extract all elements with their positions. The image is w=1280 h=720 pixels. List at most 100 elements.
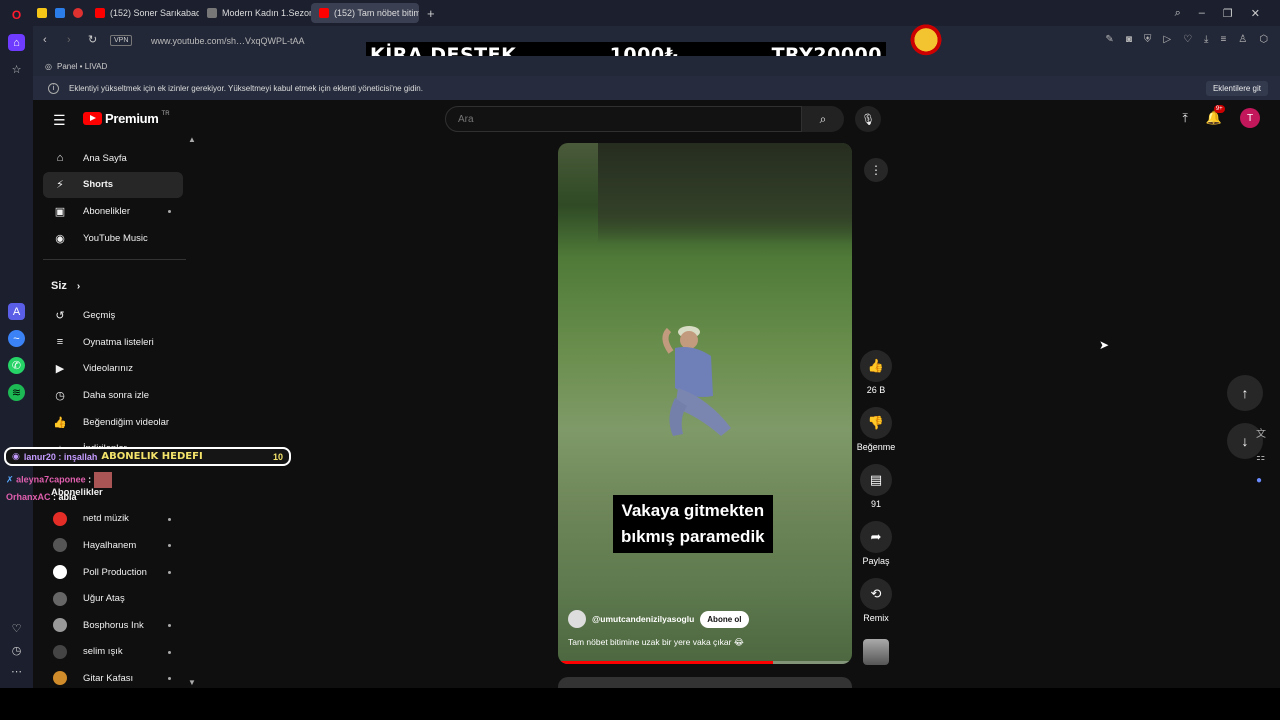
translate-icon[interactable]: 文 xyxy=(1256,425,1266,440)
subscribe-button[interactable]: Abone ol xyxy=(700,610,749,628)
history-sidebar-icon[interactable]: ◷ xyxy=(8,642,25,659)
video-progress-bar[interactable] xyxy=(558,661,852,664)
notifications-button[interactable]: 🔔 9+ xyxy=(1206,105,1225,126)
voice-search-button[interactable]: 🎙 xyxy=(855,106,881,132)
next-short-preview[interactable] xyxy=(558,677,852,688)
youtube-favicon-icon xyxy=(95,8,105,18)
emote-icon xyxy=(93,472,112,488)
sidebar-item-home[interactable]: ⌂ Ana Sayfa xyxy=(43,145,183,172)
search-tabs-icon[interactable]: ⌕ xyxy=(1175,7,1181,20)
more-options-button[interactable]: ⋮ xyxy=(864,158,888,182)
tab-pin-s[interactable] xyxy=(33,3,51,23)
grid-icon[interactable]: ⚏ xyxy=(1256,452,1266,463)
home-icon[interactable]: ⌂ xyxy=(8,34,25,51)
channel-name[interactable]: @umutcandenizilyasoglu xyxy=(592,614,694,624)
search-button[interactable]: ⌕ xyxy=(802,106,844,132)
sidebar-channel-netd[interactable]: netd müzik xyxy=(43,506,183,533)
maximize-icon[interactable]: ❐ xyxy=(1223,7,1233,20)
back-icon[interactable]: ‹ xyxy=(43,34,47,46)
channel-avatar[interactable] xyxy=(568,610,586,628)
sidebar-channel-bosphorus[interactable]: Bosphorus Ink xyxy=(43,612,183,639)
more-icon[interactable]: ⋯ xyxy=(8,663,25,680)
new-tab-button[interactable]: + xyxy=(419,3,443,23)
sidebar-item-watch-later[interactable]: ◷ Daha sonra izle xyxy=(43,382,183,409)
info-icon: i xyxy=(48,82,59,94)
like-icon: 👍 xyxy=(53,416,67,429)
bot-icon[interactable]: ● xyxy=(1256,475,1266,486)
aria-icon[interactable]: A xyxy=(8,303,25,320)
sidebar-divider xyxy=(43,259,186,261)
dislike-button[interactable]: 👎 Beğenme xyxy=(857,407,895,452)
tab-1[interactable]: (152) Soner Sarıkabaday xyxy=(87,3,199,23)
camera-icon[interactable]: ◙ xyxy=(1126,34,1132,45)
thumbs-up-icon: 👍 xyxy=(860,350,892,382)
chat-badge-icon: ✗ xyxy=(6,474,14,485)
shorts-actions: 👍 26 B 👎 Beğenme ▤ 91 ➦ Paylaş ⟲ Remix xyxy=(853,350,899,665)
sidebar-item-your-videos[interactable]: ▶ Videolarınız xyxy=(43,356,183,383)
video-description[interactable]: Tam nöbet bitimine uzak bir yere vaka çı… xyxy=(568,637,744,648)
microphone-icon: 🎙 xyxy=(861,113,875,126)
extension-info-bar: i Eklentiyi yükseltmek için ek izinler g… xyxy=(33,76,1280,100)
close-icon[interactable]: ✕ xyxy=(1251,7,1260,20)
tab-pin-3[interactable] xyxy=(69,3,87,23)
share-button[interactable]: ➦ Paylaş xyxy=(860,521,892,566)
messenger-icon[interactable]: ~ xyxy=(8,330,25,347)
shield-icon[interactable]: ⛨ xyxy=(1144,34,1152,45)
reload-icon[interactable]: ↻ xyxy=(88,33,97,46)
remix-button[interactable]: ⟲ Remix xyxy=(860,578,892,623)
sidebar-item-liked-videos[interactable]: 👍 Beğendiğim videolar xyxy=(43,409,183,436)
more-vertical-icon: ⋮ xyxy=(870,163,882,177)
vpn-badge[interactable]: VPN xyxy=(110,35,133,46)
sidebar-item-subscriptions[interactable]: ▣ Abonelikler xyxy=(43,198,183,225)
sidebar-channel-poll[interactable]: Poll Production xyxy=(43,559,183,586)
star-icon[interactable]: ☆ xyxy=(8,61,25,78)
sidebar-scroll-up-icon[interactable]: ▲ xyxy=(188,135,196,144)
heart-icon[interactable]: ♡ xyxy=(8,620,25,637)
your-videos-icon: ▶ xyxy=(55,363,65,376)
sidebar-item-history[interactable]: ↺ Geçmiş xyxy=(43,302,183,329)
download-icon[interactable]: ⤓ xyxy=(1204,34,1208,45)
profile-icon[interactable]: ♙ xyxy=(1238,34,1247,45)
search-input[interactable] xyxy=(446,107,801,132)
shorts-video-player[interactable]: Vakaya gitmekten bıkmış paramedik @umutc… xyxy=(558,143,852,664)
goal-icon: ◉ xyxy=(12,451,20,461)
url-field[interactable]: www.youtube.com/sh…VxqQWPL-tAA xyxy=(151,36,305,46)
sidebar-channel-ugur[interactable]: Uğur Ataş xyxy=(43,585,183,612)
sidebar-item-playlists[interactable]: ≡ Oynatma listeleri xyxy=(43,329,183,356)
audio-source-thumbnail[interactable] xyxy=(863,639,889,665)
tab-3-active[interactable]: (152) Tam nöbet bitimi xyxy=(311,3,419,23)
opera-logo-icon[interactable]: O xyxy=(8,6,25,23)
sidebar-you-heading[interactable]: Siz › xyxy=(43,274,183,298)
spotify-icon[interactable]: ≋ xyxy=(8,384,25,401)
sidebar-channel-hayalhanem[interactable]: Hayalhanem xyxy=(43,532,183,559)
sidebar-item-youtube-music[interactable]: ◉ YouTube Music xyxy=(43,225,183,252)
mouse-cursor-icon: ➤ xyxy=(1099,338,1110,352)
go-to-extensions-button[interactable]: Eklentilere git xyxy=(1205,81,1268,96)
new-content-dot xyxy=(168,210,171,214)
info-message: Eklentiyi yükseltmek için ek izinler ger… xyxy=(69,83,423,93)
tab-2[interactable]: Modern Kadın 1.Sezon 8.B xyxy=(199,3,311,23)
minimize-icon[interactable]: – xyxy=(1199,7,1205,20)
menu-icon[interactable]: ☰ xyxy=(53,112,66,129)
sidebar-scroll-down-icon[interactable]: ▼ xyxy=(188,678,196,687)
channel-avatar xyxy=(53,618,67,633)
channel-avatar xyxy=(53,591,67,606)
heart-icon[interactable]: ♡ xyxy=(1183,34,1192,45)
edit-icon[interactable]: ✎ xyxy=(1105,34,1113,45)
menu-icon[interactable]: ≡ xyxy=(1220,34,1226,45)
whatsapp-icon[interactable]: ✆ xyxy=(8,357,25,374)
play-icon[interactable]: ▷ xyxy=(1163,34,1171,45)
extension-icon[interactable]: ⬡ xyxy=(1259,34,1268,45)
history-icon: ↺ xyxy=(55,310,65,323)
like-button[interactable]: 👍 26 B xyxy=(860,350,892,395)
sidebar-channel-selim[interactable]: selim ışık xyxy=(43,639,183,666)
previous-short-button[interactable]: ↑ xyxy=(1227,375,1263,411)
upload-icon[interactable]: ⤒ xyxy=(1183,111,1188,126)
forward-icon[interactable]: › xyxy=(67,34,71,46)
youtube-premium-logo[interactable]: Premium TR xyxy=(83,111,170,126)
bookmark-panel[interactable]: Panel • LIVAD xyxy=(57,62,107,71)
comments-button[interactable]: ▤ 91 xyxy=(860,464,892,509)
account-avatar[interactable]: T xyxy=(1240,108,1260,128)
tab-pin-2[interactable] xyxy=(51,3,69,23)
sidebar-item-shorts[interactable]: ⚡ Shorts xyxy=(43,171,183,199)
